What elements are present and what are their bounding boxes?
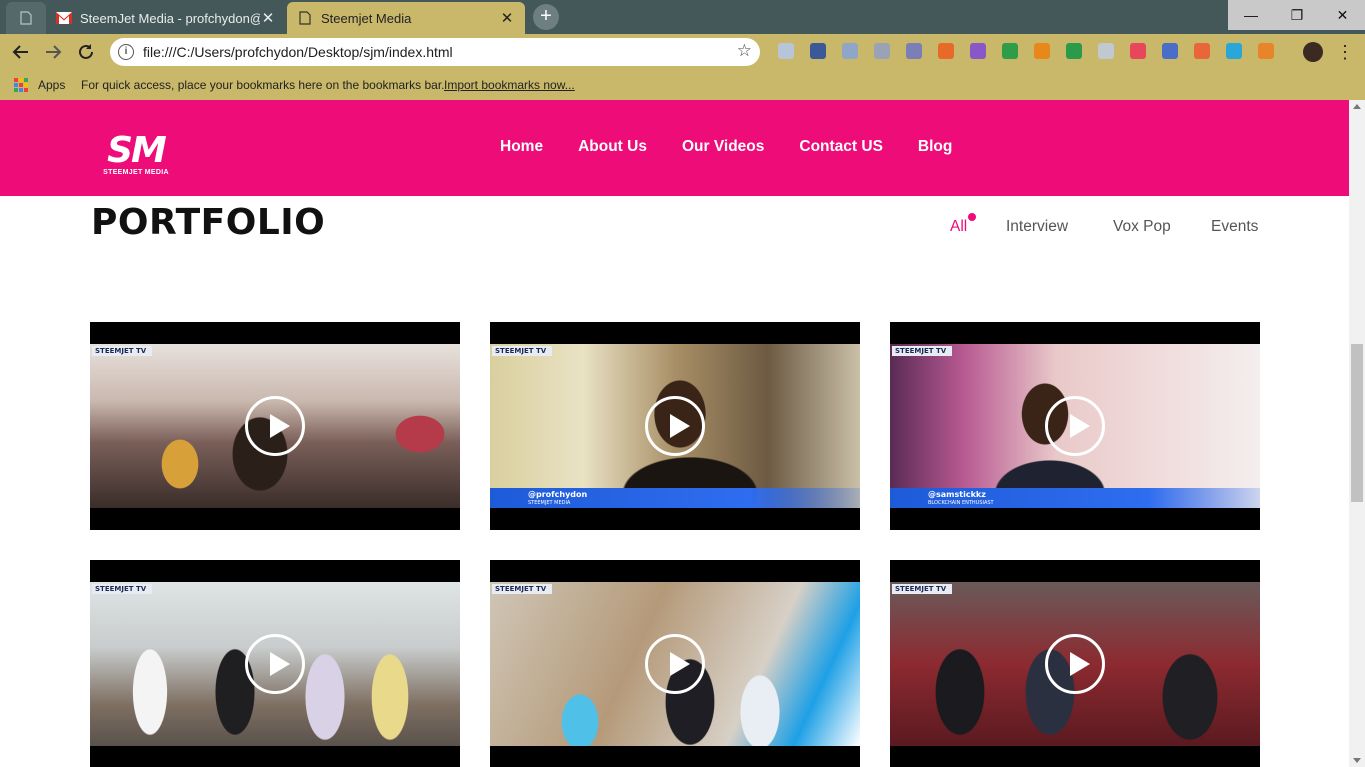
import-bookmarks-link[interactable]: Import bookmarks now... (444, 78, 575, 92)
lower-third-handle: @profchydon (528, 490, 588, 499)
filter-events[interactable]: Events (1211, 218, 1258, 236)
nav-home[interactable]: Home (500, 138, 543, 156)
extension-icon[interactable] (810, 43, 826, 59)
play-button[interactable] (645, 634, 705, 694)
maximize-button[interactable]: ❐ (1274, 0, 1320, 30)
video-card[interactable]: STEEMJET TV (90, 322, 460, 530)
extension-icon[interactable] (1002, 43, 1018, 59)
extension-icon[interactable] (1162, 43, 1178, 59)
browser-tabstrip: SteemJet Media - profchydon@g ✕ Steemjet… (0, 0, 1365, 34)
lower-third-role: STEEMJET MEDIA (528, 500, 571, 506)
back-arrow-icon (12, 45, 28, 59)
extension-icon[interactable] (1098, 43, 1114, 59)
video-card[interactable]: STEEMJET TV (90, 560, 460, 767)
url-text[interactable]: file:///C:/Users/profchydon/Desktop/sjm/… (143, 44, 453, 60)
gmail-icon (56, 12, 72, 24)
tab-gmail[interactable]: SteemJet Media - profchydon@g ✕ (46, 2, 286, 34)
tab-title: Steemjet Media (321, 10, 412, 26)
nav-about-us[interactable]: About Us (578, 138, 647, 156)
bookmarks-bar: Apps For quick access, place your bookma… (0, 70, 1365, 100)
extension-icon[interactable] (1194, 43, 1210, 59)
window-close-button[interactable]: ✕ (1320, 0, 1365, 30)
address-bar[interactable]: i file:///C:/Users/profchydon/Desktop/sj… (110, 38, 760, 66)
extension-icon[interactable] (1258, 43, 1274, 59)
menu-icon[interactable]: ⋮ (1336, 42, 1354, 62)
video-card[interactable]: STEEMJET TV (490, 560, 860, 767)
scroll-up-icon[interactable] (1353, 104, 1361, 109)
page-scrollbar[interactable] (1349, 100, 1365, 767)
extension-icon[interactable] (778, 43, 794, 59)
video-badge: STEEMJET TV (892, 346, 953, 356)
reload-icon (79, 44, 93, 59)
play-button[interactable] (1045, 634, 1105, 694)
video-badge: STEEMJET TV (92, 346, 153, 356)
video-badge: STEEMJET TV (492, 346, 553, 356)
file-icon (20, 11, 32, 25)
extension-icon[interactable] (1226, 43, 1242, 59)
play-button[interactable] (645, 396, 705, 456)
play-button[interactable] (1045, 396, 1105, 456)
close-icon[interactable]: ✕ (499, 9, 515, 27)
lower-third: @profchydon STEEMJET MEDIA (490, 488, 860, 508)
play-button[interactable] (245, 396, 305, 456)
extension-icon[interactable] (1130, 43, 1146, 59)
back-button[interactable] (8, 40, 34, 64)
filter-vox-pop[interactable]: Vox Pop (1113, 218, 1171, 236)
tab-steemjet-media[interactable]: Steemjet Media ✕ (287, 2, 525, 34)
tab-title: SteemJet Media - profchydon@g (80, 10, 260, 26)
video-card[interactable]: STEEMJET TV @profchydon STEEMJET MEDIA (490, 322, 860, 530)
info-icon[interactable]: i (118, 44, 134, 60)
bookmark-star-icon[interactable]: ☆ (737, 41, 752, 61)
minimize-button[interactable]: — (1228, 0, 1274, 30)
video-badge: STEEMJET TV (92, 584, 153, 594)
main-nav: Home About Us Our Videos Contact US Blog (500, 138, 952, 156)
profile-avatar[interactable] (1303, 42, 1323, 62)
extension-icon[interactable] (970, 43, 986, 59)
scroll-down-icon[interactable] (1353, 758, 1361, 763)
video-card[interactable]: STEEMJET TV @samstickkz BLOCKCHAIN ENTHU… (890, 322, 1260, 530)
page-viewport: SM STEEMJET MEDIA Home About Us Our Vide… (0, 100, 1365, 767)
new-tab-button[interactable]: + (533, 4, 559, 30)
nav-contact-us[interactable]: Contact US (799, 138, 883, 156)
lower-third: @samstickkz BLOCKCHAIN ENTHUSIAST (890, 488, 1260, 508)
logo-mark: SM (107, 130, 167, 171)
video-card[interactable]: STEEMJET TV (890, 560, 1260, 767)
video-badge: STEEMJET TV (892, 584, 953, 594)
apps-grid-icon[interactable] (14, 78, 28, 92)
filter-interview[interactable]: Interview (1006, 218, 1068, 236)
nav-blog[interactable]: Blog (918, 138, 952, 156)
file-icon (299, 11, 311, 25)
forward-button[interactable] (40, 40, 66, 64)
extension-icon[interactable] (842, 43, 858, 59)
extension-icon[interactable] (874, 43, 890, 59)
extension-icon[interactable] (1034, 43, 1050, 59)
lower-third-role: BLOCKCHAIN ENTHUSIAST (928, 500, 994, 506)
portfolio-filters: All Interview Vox Pop Events (0, 218, 1349, 242)
site-logo[interactable]: SM STEEMJET MEDIA (101, 130, 171, 180)
tab-blank[interactable] (6, 2, 46, 34)
logo-subtitle: STEEMJET MEDIA (103, 169, 169, 176)
nav-our-videos[interactable]: Our Videos (682, 138, 764, 156)
scrollbar-thumb[interactable] (1351, 344, 1363, 502)
site-header: SM STEEMJET MEDIA Home About Us Our Vide… (0, 100, 1349, 196)
play-button[interactable] (245, 634, 305, 694)
lower-third-handle: @samstickkz (928, 490, 986, 499)
video-badge: STEEMJET TV (492, 584, 553, 594)
apps-link[interactable]: Apps (38, 78, 65, 92)
extension-icon[interactable] (1066, 43, 1082, 59)
bookmarks-hint: For quick access, place your bookmarks h… (81, 78, 445, 92)
extension-icon[interactable] (938, 43, 954, 59)
forward-arrow-icon (46, 45, 62, 59)
filter-all[interactable]: All (950, 218, 967, 236)
extension-icon[interactable] (906, 43, 922, 59)
browser-toolbar: i file:///C:/Users/profchydon/Desktop/sj… (0, 34, 1365, 70)
reload-button[interactable] (73, 40, 99, 64)
close-icon[interactable]: ✕ (260, 9, 276, 27)
